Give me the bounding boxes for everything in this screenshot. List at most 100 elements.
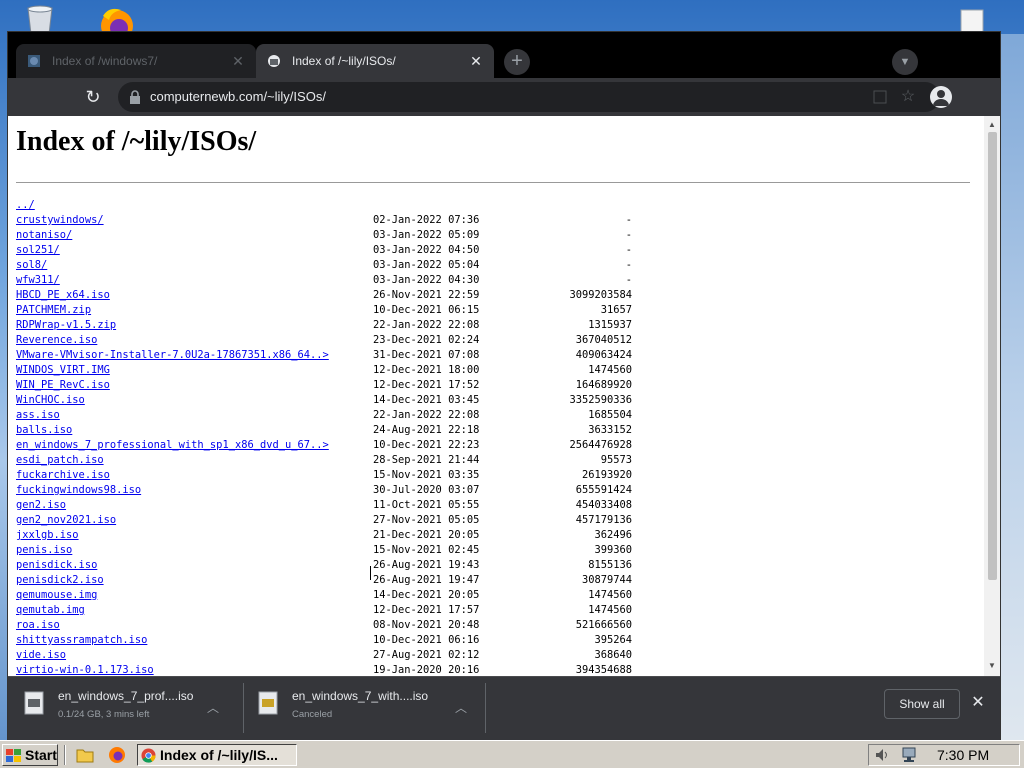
file-link[interactable]: WIN_PE_RevC.iso (16, 378, 110, 393)
file-link[interactable]: sol251/ (16, 243, 60, 258)
taskbar-chrome-window[interactable]: Index of /~lily/IS... (137, 744, 297, 766)
file-link[interactable]: virtio-win-0.1.173.iso (16, 663, 154, 676)
file-size: 1474560 (588, 604, 632, 616)
file-date: 14-Dec-2021 20:05 (373, 589, 480, 601)
file-link[interactable]: gen2_nov2021.iso (16, 513, 116, 528)
recycle-bin-icon[interactable] (20, 4, 60, 35)
file-link[interactable]: fuckarchive.iso (16, 468, 110, 483)
file-link[interactable]: vide.iso (16, 648, 66, 663)
address-bar[interactable]: computernewb.com/~lily/ISOs/ ☆ (118, 82, 940, 112)
star-icon[interactable]: ☆ (898, 87, 918, 107)
chrome-icon (141, 748, 156, 763)
file-link[interactable]: qemumouse.img (16, 588, 97, 603)
file-size: 26193920 (581, 469, 632, 481)
file-link[interactable]: jxxlgb.iso (16, 528, 79, 543)
download-item[interactable]: en_windows_7_prof....iso 0.1/24 GB, 3 mi… (24, 683, 244, 733)
iso-file-icon (24, 691, 44, 715)
new-tab-button[interactable]: + (504, 49, 530, 75)
file-size: 521666560 (575, 619, 632, 631)
file-link[interactable]: shittyassrampatch.iso (16, 633, 147, 648)
chevron-up-icon[interactable]: ︿ (454, 699, 468, 715)
file-link[interactable]: ass.iso (16, 408, 60, 423)
download-item[interactable]: en_windows_7_with....iso Canceled ︿ (258, 683, 486, 733)
browser-window: Index of /windows7/ ✕ Index of /~lily/IS… (8, 32, 1000, 740)
file-size: 394354688 (575, 664, 632, 676)
text-cursor (370, 566, 371, 580)
file-link[interactable]: WINDOS_VIRT.IMG (16, 363, 110, 378)
file-size: 3352590336 (569, 394, 632, 406)
file-size: 409063424 (575, 349, 632, 361)
scrollbar-thumb[interactable] (988, 132, 997, 580)
file-date: 10-Dec-2021 06:16 (373, 634, 480, 646)
browser-toolbar: ↻ computernewb.com/~lily/ISOs/ ☆ (8, 78, 1000, 116)
file-size: 8155136 (588, 559, 632, 571)
scroll-down-arrow[interactable]: ▼ (988, 661, 996, 670)
file-date: 27-Aug-2021 02:12 (373, 649, 480, 661)
file-size: 30879744 (581, 574, 632, 586)
network-icon[interactable] (901, 747, 919, 763)
file-link[interactable]: PATCHMEM.zip (16, 303, 91, 318)
download-status: Canceled (292, 709, 333, 720)
lock-icon (130, 90, 140, 104)
divider (16, 182, 970, 183)
page-title: Index of /~lily/ISOs/ (16, 126, 257, 157)
file-link[interactable]: penisdick2.iso (16, 573, 104, 588)
file-link[interactable]: en_windows_7_professional_with_sp1_x86_d… (16, 438, 329, 453)
tab-title: Index of /~lily/ISOs/ (292, 54, 396, 68)
file-link[interactable]: sol8/ (16, 258, 47, 273)
file-link[interactable]: Reverence.iso (16, 333, 97, 348)
file-date: 08-Nov-2021 20:48 (373, 619, 480, 631)
file-link[interactable]: VMware-VMvisor-Installer-7.0U2a-17867351… (16, 348, 329, 363)
file-date: 15-Nov-2021 03:35 (373, 469, 480, 481)
windows-flag-icon (6, 748, 22, 762)
install-icon[interactable] (872, 89, 888, 105)
file-link[interactable]: esdi_patch.iso (16, 453, 104, 468)
tab-search-button[interactable]: ▼ (892, 49, 918, 75)
firefox-icon[interactable] (108, 746, 126, 764)
file-size: 399360 (594, 544, 632, 556)
file-size: 395264 (594, 634, 632, 646)
file-link[interactable]: balls.iso (16, 423, 72, 438)
file-link[interactable]: notaniso/ (16, 228, 72, 243)
vertical-scrollbar[interactable]: ▲ ▼ (984, 116, 1000, 676)
file-size: 655591424 (575, 484, 632, 496)
file-size: 3099203584 (569, 289, 632, 301)
file-link[interactable]: qemutab.img (16, 603, 85, 618)
url-text: computernewb.com/~lily/ISOs/ (150, 89, 326, 104)
file-link[interactable]: RDPWrap-v1.5.zip (16, 318, 116, 333)
file-link[interactable]: gen2.iso (16, 498, 66, 513)
file-date: 19-Jan-2020 20:16 (373, 664, 480, 676)
download-shelf: en_windows_7_prof....iso 0.1/24 GB, 3 mi… (8, 676, 1000, 740)
file-size: 367040512 (575, 334, 632, 346)
reload-icon[interactable]: ↻ (82, 86, 104, 108)
file-date: 12-Dec-2021 17:52 (373, 379, 480, 391)
file-date: 03-Jan-2022 04:50 (373, 244, 480, 256)
file-link[interactable]: crustywindows/ (16, 213, 104, 228)
divider (243, 683, 244, 733)
file-date: 03-Jan-2022 05:09 (373, 229, 480, 241)
close-icon[interactable]: ✕ (970, 695, 986, 711)
file-link[interactable]: ../ (16, 198, 35, 213)
tab-windows7[interactable]: Index of /windows7/ ✕ (16, 44, 256, 78)
chevron-up-icon[interactable]: ︿ (206, 699, 220, 715)
close-icon[interactable]: ✕ (468, 53, 484, 69)
divider (64, 745, 66, 765)
clock: 7:30 PM (937, 747, 990, 763)
file-link[interactable]: penisdick.iso (16, 558, 97, 573)
file-link[interactable]: WinCHOC.iso (16, 393, 85, 408)
profile-icon[interactable] (930, 86, 952, 108)
file-link[interactable]: penis.iso (16, 543, 72, 558)
file-link[interactable]: fuckingwindows98.iso (16, 483, 141, 498)
start-button[interactable]: Start (2, 744, 58, 766)
volume-icon[interactable] (875, 748, 891, 762)
tab-lily-isos[interactable]: Index of /~lily/ISOs/ ✕ (256, 44, 494, 78)
file-date: 10-Dec-2021 06:15 (373, 304, 480, 316)
explorer-icon[interactable] (76, 747, 94, 763)
file-link[interactable]: roa.iso (16, 618, 60, 633)
scroll-up-arrow[interactable]: ▲ (988, 120, 996, 129)
file-link[interactable]: HBCD_PE_x64.iso (16, 288, 110, 303)
file-link[interactable]: wfw311/ (16, 273, 60, 288)
show-all-button[interactable]: Show all (884, 689, 960, 719)
close-icon[interactable]: ✕ (230, 53, 246, 69)
file-size: 3633152 (588, 424, 632, 436)
